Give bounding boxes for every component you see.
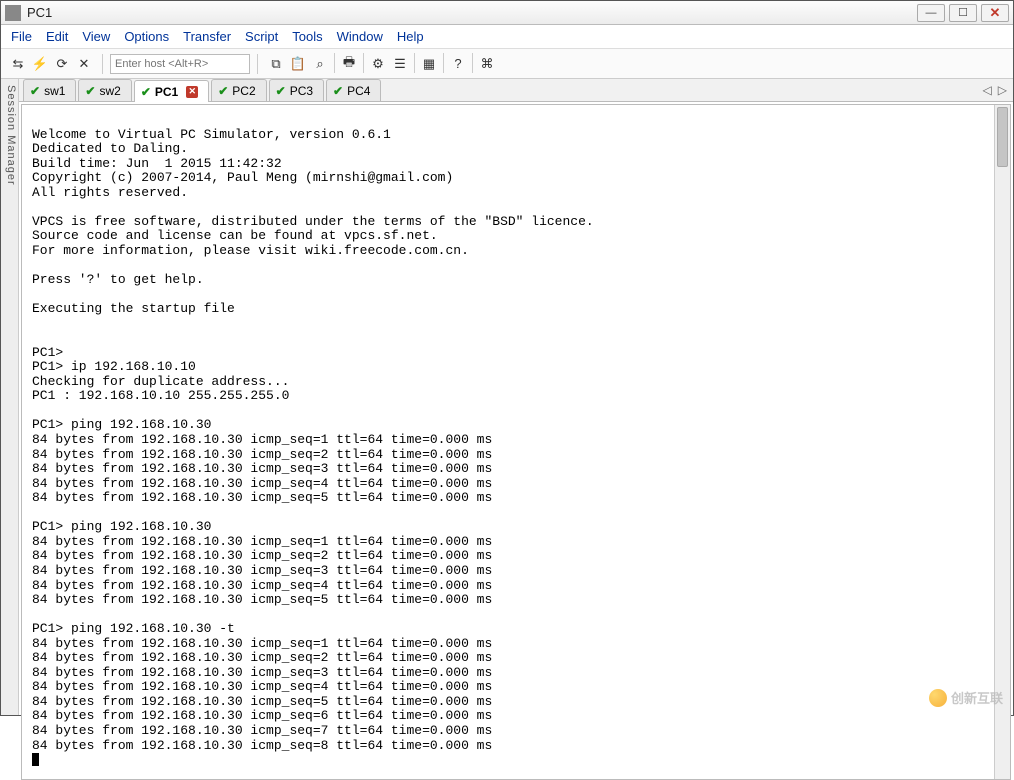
menu-edit[interactable]: Edit — [46, 29, 68, 44]
menu-script[interactable]: Script — [245, 29, 278, 44]
toolbar-separator — [257, 54, 258, 74]
tab-pc4[interactable]: ✔ PC4 — [326, 79, 381, 101]
menu-transfer[interactable]: Transfer — [183, 29, 231, 44]
script-icon[interactable]: ⌘ — [476, 53, 498, 75]
tab-label: sw1 — [44, 84, 65, 98]
menu-help[interactable]: Help — [397, 29, 424, 44]
terminal-pane: Welcome to Virtual PC Simulator, version… — [21, 104, 1011, 780]
tile-icon[interactable]: ▦ — [418, 53, 440, 75]
maximize-button[interactable]: ☐ — [949, 4, 977, 22]
scrollbar-thumb[interactable] — [997, 107, 1008, 167]
connected-icon: ✔ — [218, 84, 228, 98]
titlebar: PC1 — ☐ ✕ — [1, 1, 1013, 25]
session-tabbar: ✔ sw1 ✔ sw2 ✔ PC1 ✕ ✔ PC2 ✔ PC3 ✔ PC4 ◁ ▷ — [19, 79, 1013, 102]
find-icon[interactable]: ⌕ — [309, 53, 331, 75]
tab-sw2[interactable]: ✔ sw2 — [78, 79, 131, 101]
help-icon[interactable]: ? — [447, 53, 469, 75]
menu-file[interactable]: File — [11, 29, 32, 44]
connected-icon: ✔ — [141, 85, 151, 99]
reconnect-icon[interactable]: ⟳ — [51, 53, 73, 75]
connected-icon: ✔ — [276, 84, 286, 98]
host-input[interactable] — [110, 54, 250, 74]
window-title: PC1 — [27, 5, 52, 20]
close-button[interactable]: ✕ — [981, 4, 1009, 22]
watermark-text: 创新互联 — [951, 688, 1003, 707]
watermark: 创新互联 — [929, 688, 1003, 707]
tab-label: PC4 — [347, 84, 370, 98]
connected-icon: ✔ — [30, 84, 40, 98]
tab-sw1[interactable]: ✔ sw1 — [23, 79, 76, 101]
terminal-cursor — [32, 753, 39, 766]
window-buttons: — ☐ ✕ — [917, 4, 1009, 22]
tab-pc2[interactable]: ✔ PC2 — [211, 79, 266, 101]
tab-next-icon[interactable]: ▷ — [998, 83, 1007, 97]
terminal-output[interactable]: Welcome to Virtual PC Simulator, version… — [22, 105, 994, 779]
connect-icon[interactable]: ⇆ — [7, 53, 29, 75]
quick-connect-icon[interactable]: ⚡ — [29, 53, 51, 75]
menubar: File Edit View Options Transfer Script T… — [1, 25, 1013, 49]
toolbar-separator — [414, 53, 415, 73]
tab-prev-icon[interactable]: ◁ — [983, 83, 992, 97]
session-manager-tab[interactable]: Session Manager — [1, 79, 19, 715]
tab-label: sw2 — [99, 84, 120, 98]
connected-icon: ✔ — [333, 84, 343, 98]
app-icon — [5, 5, 21, 21]
menu-window[interactable]: Window — [337, 29, 383, 44]
toolbar-separator — [102, 54, 103, 74]
tab-label: PC1 — [155, 85, 178, 99]
tab-nav: ◁ ▷ — [983, 83, 1007, 97]
disconnect-icon[interactable]: ✕ — [73, 53, 95, 75]
options-icon[interactable]: ⚙ — [367, 53, 389, 75]
vertical-scrollbar[interactable] — [994, 105, 1010, 779]
toolbar-separator — [443, 53, 444, 73]
connected-icon: ✔ — [85, 84, 95, 98]
menu-tools[interactable]: Tools — [292, 29, 322, 44]
toolbar: ⇆⚡⟳✕ ⧉📋⌕ 🖶 ⚙☰ ▦? ⌘ — [1, 49, 1013, 79]
tab-label: PC3 — [290, 84, 313, 98]
tab-pc3[interactable]: ✔ PC3 — [269, 79, 324, 101]
tab-pc1[interactable]: ✔ PC1 ✕ — [134, 80, 209, 102]
copy-icon[interactable]: ⧉ — [265, 53, 287, 75]
minimize-button[interactable]: — — [917, 4, 945, 22]
print-icon[interactable]: 🖶 — [338, 53, 360, 75]
tab-label: PC2 — [232, 84, 255, 98]
paste-icon[interactable]: 📋 — [287, 53, 309, 75]
session-options-icon[interactable]: ☰ — [389, 53, 411, 75]
toolbar-separator — [363, 53, 364, 73]
toolbar-separator — [472, 53, 473, 73]
menu-options[interactable]: Options — [124, 29, 169, 44]
watermark-icon — [929, 689, 947, 707]
toolbar-separator — [334, 53, 335, 73]
menu-view[interactable]: View — [82, 29, 110, 44]
tab-close-icon[interactable]: ✕ — [186, 86, 198, 98]
